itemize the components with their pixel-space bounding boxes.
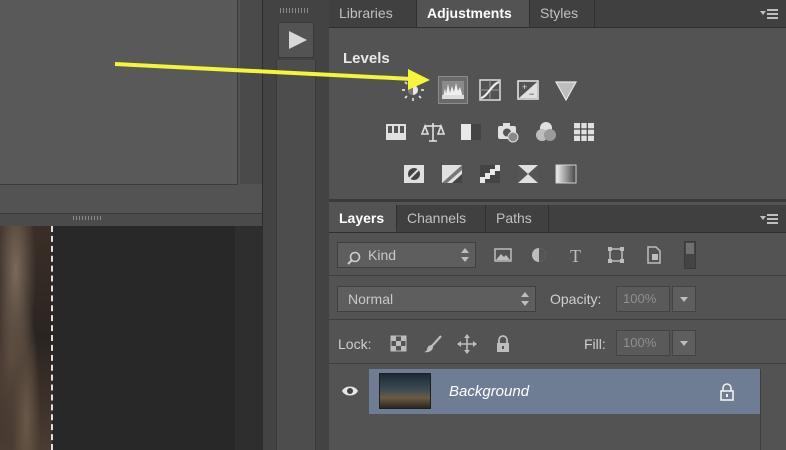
svg-text:+: + [522, 82, 527, 92]
color-balance-icon[interactable] [420, 119, 446, 145]
eye-icon [342, 386, 358, 396]
vibrance-icon[interactable] [553, 77, 579, 103]
invert-icon[interactable] [401, 161, 427, 187]
photo-filter-icon[interactable] [495, 119, 521, 145]
svg-text:T: T [570, 246, 581, 265]
canvas-pasteboard [235, 226, 262, 450]
hue-saturation-icon[interactable] [383, 119, 409, 145]
layers-panel-menu-icon[interactable] [760, 212, 778, 226]
fill-label: Fill: [584, 336, 606, 352]
fill-input[interactable]: 100% [616, 330, 670, 356]
curves-icon[interactable] [477, 77, 503, 103]
tab-channels[interactable]: Channels [397, 205, 486, 232]
lock-position-icon[interactable] [456, 333, 478, 355]
photo-preview [0, 226, 52, 450]
row-separator [329, 319, 786, 320]
filter-pixel-icon[interactable] [492, 244, 514, 266]
filter-shape-icon[interactable] [605, 244, 627, 266]
image-canvas[interactable] [0, 226, 262, 450]
select-updown-icon [521, 292, 529, 306]
layer-thumbnail[interactable] [379, 373, 431, 409]
selection-marquee [51, 226, 53, 450]
filter-smart-object-icon[interactable] [643, 244, 665, 266]
tab-paths[interactable]: Paths [486, 205, 549, 232]
exposure-icon[interactable]: + − [515, 77, 541, 103]
dock-grip-icon[interactable] [280, 8, 310, 13]
tab-styles[interactable]: Styles [530, 0, 595, 27]
panel-menu-icon[interactable] [760, 7, 778, 21]
filter-kind-label: Kind [368, 247, 397, 263]
black-white-icon[interactable] [458, 119, 484, 145]
filter-type-icon[interactable]: T [566, 244, 588, 266]
layers-tabbar: Layers Channels Paths [329, 205, 786, 233]
opacity-label: Opacity: [550, 291, 602, 307]
threshold-icon[interactable] [477, 161, 503, 187]
adjustments-tabbar: Libraries Adjustments Styles [329, 0, 786, 28]
row-separator [329, 363, 786, 364]
tab-adjustments[interactable]: Adjustments [417, 0, 530, 27]
tab-libraries[interactable]: Libraries [329, 0, 417, 27]
fill-dropdown-button[interactable] [672, 330, 696, 356]
gradient-map-icon[interactable] [553, 161, 579, 187]
document-window-top [0, 0, 262, 213]
svg-text:−: − [529, 89, 534, 99]
lock-all-icon[interactable] [492, 333, 514, 355]
opacity-dropdown-button[interactable] [672, 286, 696, 312]
actions-play-button[interactable] [278, 22, 314, 58]
posterize-icon[interactable] [439, 161, 465, 187]
opacity-input[interactable]: 100% [616, 286, 670, 312]
filter-adjustment-icon[interactable] [528, 244, 550, 266]
blend-mode-select[interactable]: Normal [337, 286, 536, 312]
collapsed-dock-strip [276, 60, 316, 450]
layer-lock-icon [719, 383, 735, 401]
brightness-contrast-icon[interactable] [400, 77, 426, 103]
adjustment-hover-title: Levels [343, 50, 390, 67]
play-icon [289, 31, 307, 49]
layer-visibility-toggle[interactable] [329, 369, 369, 414]
blend-mode-value: Normal [348, 291, 394, 307]
color-lookup-icon[interactable] [571, 119, 597, 145]
right-panel-area: Libraries Adjustments Styles Levels +− [329, 0, 786, 450]
resize-grip-icon[interactable] [73, 216, 103, 220]
lock-label: Lock: [338, 336, 372, 352]
lock-transparent-pixels-icon[interactable] [388, 333, 410, 355]
lock-image-pixels-icon[interactable] [422, 333, 444, 355]
document-scrollbar[interactable] [240, 0, 262, 184]
panel-group-divider[interactable] [329, 199, 786, 202]
channel-mixer-icon[interactable] [533, 119, 559, 145]
layer-filter-kind-select[interactable]: Kind [337, 242, 476, 268]
row-separator [329, 275, 786, 276]
document-canvas-upper [0, 0, 238, 185]
layers-scrollbar[interactable] [760, 369, 786, 450]
tab-layers[interactable]: Layers [329, 205, 397, 232]
layer-name[interactable]: Background [449, 383, 529, 400]
selective-color-icon[interactable] [515, 161, 541, 187]
filter-toggle-switch[interactable] [684, 241, 696, 269]
document-window-divider[interactable] [0, 213, 262, 227]
levels-icon[interactable] [438, 76, 468, 104]
select-updown-icon [461, 248, 469, 262]
search-icon [347, 248, 361, 265]
